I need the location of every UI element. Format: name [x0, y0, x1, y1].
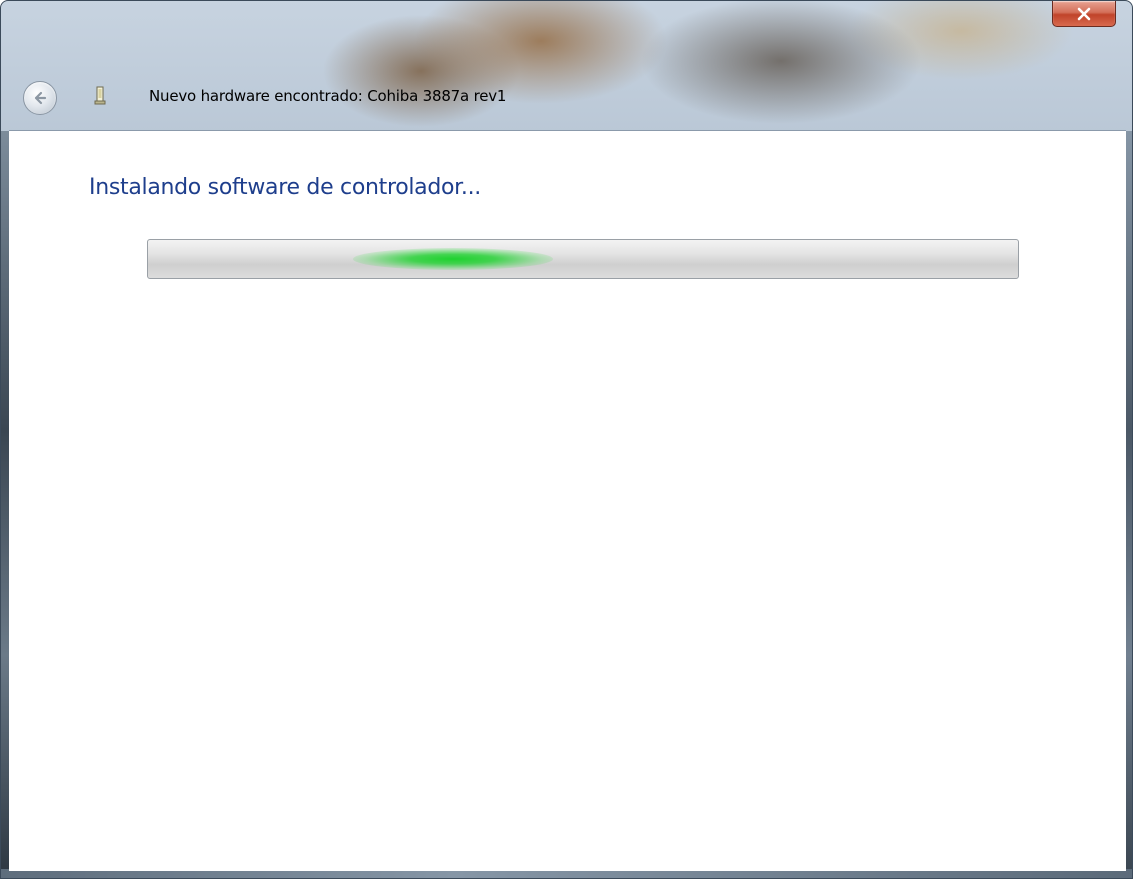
wizard-window: Nuevo hardware encontrado: Cohiba 3887a …: [0, 0, 1133, 879]
title-bar[interactable]: Nuevo hardware encontrado: Cohiba 3887a …: [1, 1, 1132, 131]
usb-device-icon: [94, 86, 106, 105]
progress-marquee-glow: [353, 248, 553, 270]
progress-bar: [147, 239, 1019, 279]
back-arrow-icon: [34, 91, 47, 105]
window-title: Nuevo hardware encontrado: Cohiba 3887a …: [149, 87, 507, 105]
page-heading: Instalando software de controlador...: [89, 175, 481, 200]
close-icon: [1077, 7, 1091, 20]
wizard-content: Instalando software de controlador...: [9, 130, 1126, 871]
close-button[interactable]: [1052, 1, 1116, 27]
back-button[interactable]: [23, 81, 57, 115]
